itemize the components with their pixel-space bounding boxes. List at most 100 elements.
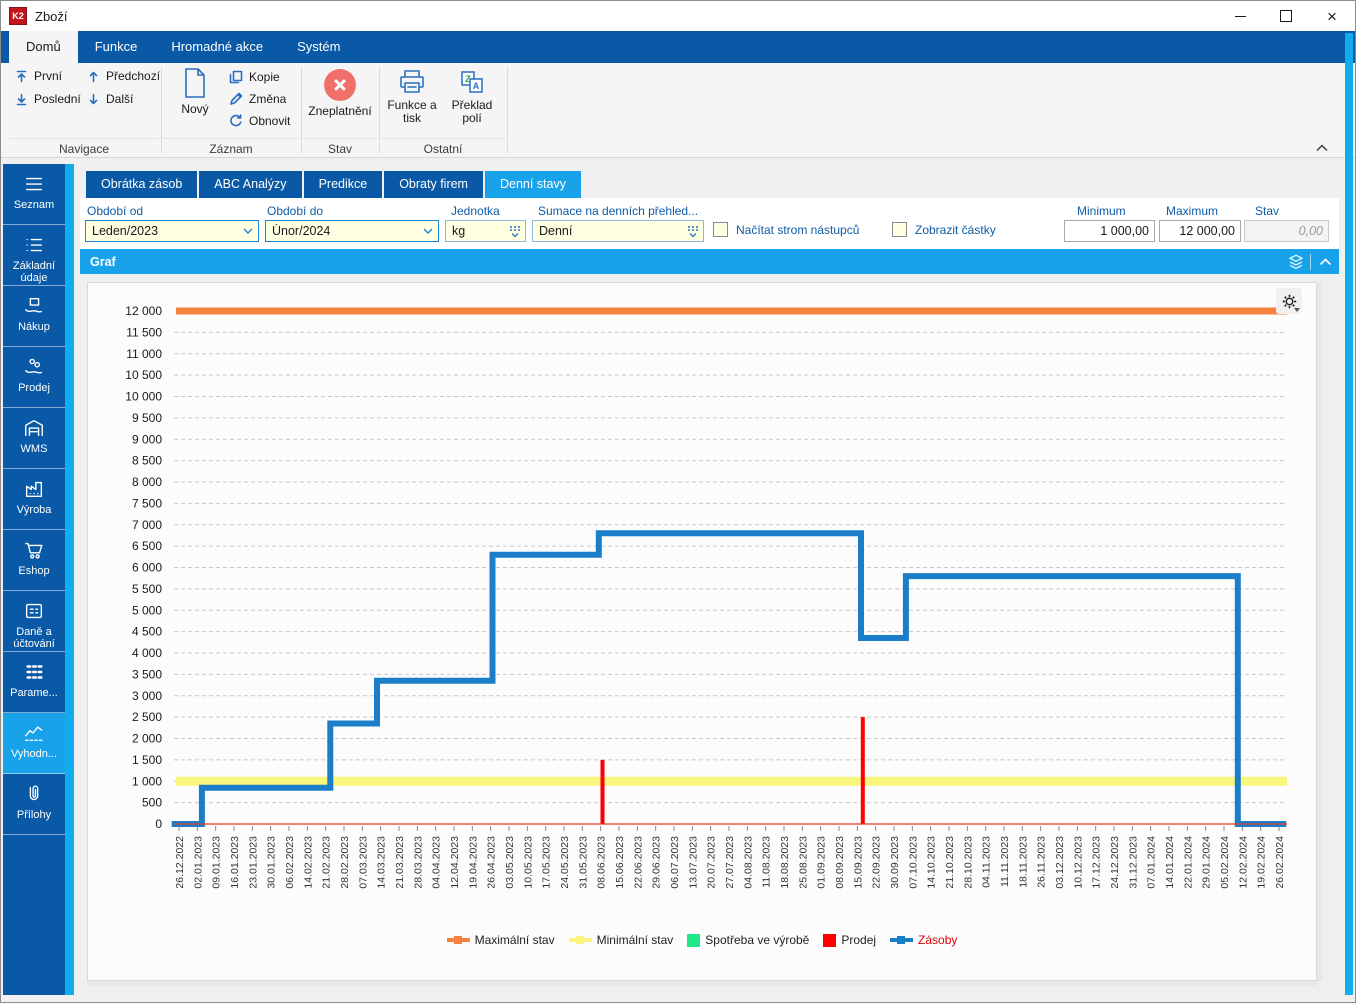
- minimum-label: Minimum: [1077, 204, 1126, 218]
- legend-line-marker: [568, 936, 592, 944]
- tab-denni-stavy[interactable]: Denní stavy: [484, 171, 581, 198]
- period-from-combobox[interactable]: Leden/2023: [85, 220, 259, 242]
- svg-text:28.10.2023: 28.10.2023: [962, 836, 974, 889]
- group-label-navigace: Navigace: [9, 138, 159, 156]
- svg-text:0: 0: [155, 817, 162, 831]
- legend-item-maximalni-stav[interactable]: Maximální stav: [446, 933, 555, 947]
- svg-text:29.01.2024: 29.01.2024: [1201, 836, 1213, 889]
- edit-button[interactable]: Změna: [229, 92, 286, 106]
- main-area: Seznam Základní údaje Nákup Prodej WMS V…: [2, 164, 1354, 1001]
- paperclip-icon: [29, 785, 39, 801]
- ribbon-tab-funkce[interactable]: Funkce: [78, 31, 155, 63]
- sidebar-item-zakladni-udaje[interactable]: Základní údaje: [3, 225, 65, 286]
- purchase-icon: [25, 297, 43, 313]
- svg-text:10.05.2023: 10.05.2023: [522, 836, 534, 889]
- new-button[interactable]: Nový: [171, 67, 219, 116]
- functions-print-button[interactable]: Funkce a tisk: [383, 69, 441, 125]
- refresh-button[interactable]: Obnovit: [229, 114, 290, 128]
- sidebar-item-wms[interactable]: WMS: [3, 408, 65, 469]
- sidebar-item-nakup[interactable]: Nákup: [3, 286, 65, 347]
- layers-button[interactable]: [1282, 249, 1310, 274]
- svg-text:11 500: 11 500: [126, 325, 162, 339]
- translate-fields-button[interactable]: Z A Překlad polí: [443, 69, 501, 125]
- svg-text:12.02.2024: 12.02.2024: [1237, 836, 1249, 889]
- svg-text:30.09.2023: 30.09.2023: [889, 836, 901, 889]
- ribbon-tab-domu[interactable]: Domů: [9, 31, 78, 63]
- minimize-button[interactable]: [1217, 1, 1263, 31]
- chart-settings-button[interactable]: [1276, 288, 1302, 314]
- sidebar-item-vyroba[interactable]: Výroba: [3, 469, 65, 530]
- last-button[interactable]: Poslední: [15, 92, 81, 106]
- svg-text:22.09.2023: 22.09.2023: [871, 836, 883, 889]
- stav-label: Stav: [1255, 204, 1280, 218]
- svg-text:28.03.2023: 28.03.2023: [412, 836, 424, 889]
- sidebar-accent-strip: [65, 164, 74, 995]
- period-to-combobox[interactable]: Únor/2024: [265, 220, 439, 242]
- ribbon-tab-hromadne-akce[interactable]: Hromadné akce: [154, 31, 280, 63]
- view-tabs: Obrátka zásob ABC Analýzy Predikce Obrat…: [86, 171, 581, 198]
- sidebar-item-vyhodnoceni[interactable]: Vyhodn...: [3, 713, 65, 774]
- svg-text:24.05.2023: 24.05.2023: [559, 836, 571, 889]
- sidebar-item-dane-a-uctovani[interactable]: Daně a účtování: [3, 591, 65, 652]
- collapse-graf-button[interactable]: [1311, 249, 1339, 274]
- list-icon: [26, 238, 43, 252]
- first-button[interactable]: První: [15, 69, 62, 83]
- legend-item-prodej[interactable]: Prodej: [823, 933, 876, 947]
- load-successor-tree-checkbox[interactable]: [713, 222, 728, 237]
- svg-text:17.05.2023: 17.05.2023: [541, 836, 553, 889]
- period-from-label: Období od: [87, 204, 144, 218]
- collapse-ribbon-button[interactable]: [1315, 139, 1329, 157]
- tab-predikce[interactable]: Predikce: [303, 171, 383, 198]
- previous-button[interactable]: Předchozí: [87, 69, 160, 83]
- svg-text:18.11.2023: 18.11.2023: [1017, 836, 1029, 888]
- minimum-field[interactable]: [1064, 220, 1155, 242]
- svg-text:21.02.2023: 21.02.2023: [321, 836, 333, 889]
- unit-combobox[interactable]: kg: [445, 220, 526, 242]
- tab-obraty-firem[interactable]: Obraty firem: [384, 171, 483, 198]
- next-button[interactable]: Další: [87, 92, 133, 106]
- svg-text:17.12.2023: 17.12.2023: [1091, 836, 1103, 889]
- sidebar-item-parametry[interactable]: Parame...: [3, 652, 65, 713]
- svg-text:10 500: 10 500: [125, 368, 162, 382]
- show-amounts-checkbox[interactable]: [892, 222, 907, 237]
- svg-text:25.08.2023: 25.08.2023: [797, 836, 809, 889]
- legend-square-marker: [687, 933, 701, 947]
- hamburger-icon: [25, 177, 43, 191]
- sidebar-item-seznam[interactable]: Seznam: [3, 164, 65, 225]
- tab-obratka-zasob[interactable]: Obrátka zásob: [86, 171, 198, 198]
- group-separator: [161, 67, 162, 153]
- ribbon-group-navigace: První Poslední Předchozí Další Navigace: [9, 63, 160, 157]
- svg-text:21.10.2023: 21.10.2023: [944, 836, 956, 889]
- svg-text:04.08.2023: 04.08.2023: [742, 836, 754, 889]
- legend-item-zasoby[interactable]: Zásoby: [890, 933, 957, 947]
- legend-item-spotreba[interactable]: Spotřeba ve výrobě: [687, 933, 809, 947]
- sidebar-item-eshop[interactable]: Eshop: [3, 530, 65, 591]
- svg-text:28.02.2023: 28.02.2023: [339, 836, 351, 889]
- inventory-chart: 0 500 1 000 1 500 2 000 2 500 3 000 3 500 4 000 4…: [125, 304, 1287, 889]
- svg-text:08.06.2023: 08.06.2023: [596, 836, 608, 889]
- copy-button[interactable]: Kopie: [229, 70, 280, 84]
- summation-label: Sumace na denních přehled...: [538, 204, 699, 218]
- group-label-zaznam: Záznam: [163, 138, 299, 156]
- svg-text:06.07.2023: 06.07.2023: [669, 836, 681, 889]
- maximum-field[interactable]: [1159, 220, 1241, 242]
- svg-text:03.05.2023: 03.05.2023: [504, 836, 516, 889]
- sidebar-item-prilohy[interactable]: Přílohy: [3, 774, 65, 835]
- window-controls: ×: [1217, 1, 1355, 31]
- maximize-icon: [1280, 10, 1292, 22]
- close-button[interactable]: ×: [1309, 1, 1355, 31]
- summation-combobox[interactable]: Denní: [532, 220, 704, 242]
- svg-text:13.07.2023: 13.07.2023: [687, 836, 699, 889]
- arrow-up-bar-icon: [16, 70, 27, 82]
- legend-item-minimalni-stav[interactable]: Minimální stav: [568, 933, 673, 947]
- sell-icon: [25, 358, 43, 374]
- tab-abc-analyzy[interactable]: ABC Analýzy: [199, 171, 302, 198]
- svg-text:11 000: 11 000: [126, 347, 162, 361]
- legend-line-marker: [890, 936, 914, 944]
- invalidate-button[interactable]: Zneplatnění: [303, 69, 377, 118]
- group-separator: [301, 67, 302, 153]
- ribbon-tab-system[interactable]: Systém: [280, 31, 357, 63]
- sidebar-item-prodej[interactable]: Prodej: [3, 347, 65, 408]
- maximize-button[interactable]: [1263, 1, 1309, 31]
- svg-text:2 000: 2 000: [132, 732, 162, 746]
